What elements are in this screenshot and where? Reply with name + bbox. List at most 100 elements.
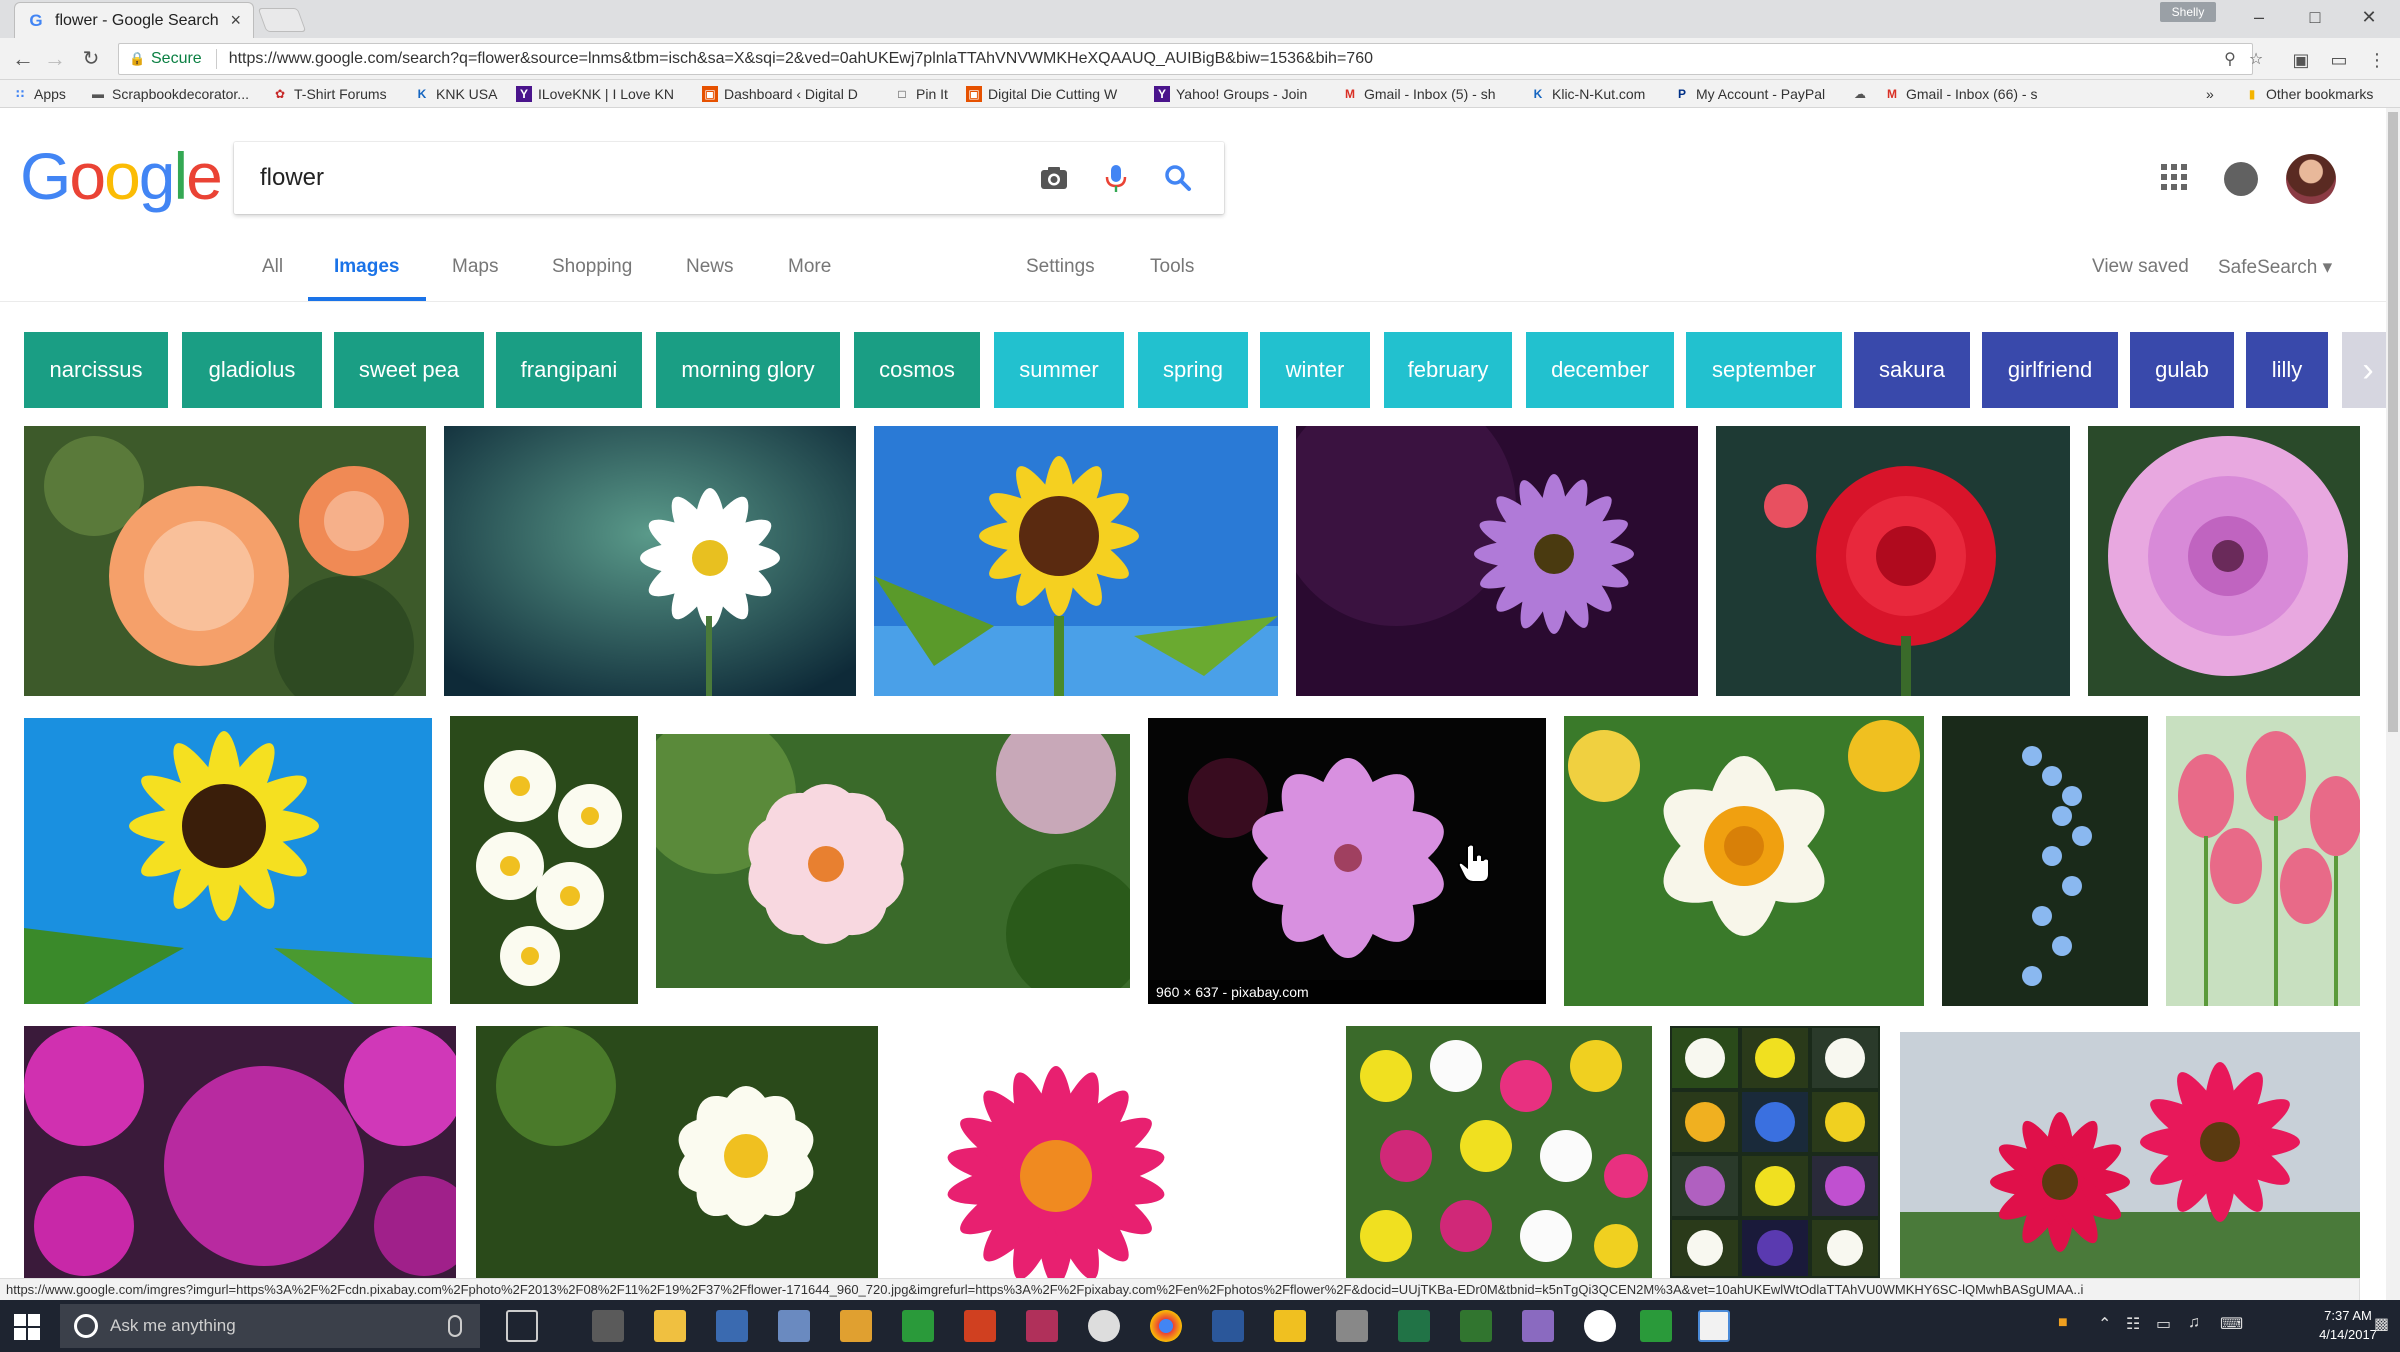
taskbar-app-mail-icon[interactable] xyxy=(1274,1310,1306,1342)
search-icon[interactable] xyxy=(1160,160,1196,196)
bookmark-iloveknk[interactable]: Y ILoveKNK | I Love KN xyxy=(516,84,682,104)
tab-settings[interactable]: Settings xyxy=(1026,256,1095,278)
bookmark-digital-die-cutting[interactable]: ▣ Digital Die Cutting W xyxy=(966,84,1138,104)
taskbar-app-photos-icon[interactable] xyxy=(592,1310,624,1342)
image-result-pink-dahlia[interactable] xyxy=(2088,426,2360,696)
chip-frangipani[interactable]: frangipani xyxy=(496,332,642,408)
page-scrollbar[interactable] xyxy=(2386,108,2400,1300)
bookmark-cloud[interactable]: ☁ xyxy=(1852,84,1878,104)
tab-images[interactable]: Images xyxy=(334,256,399,278)
account-avatar[interactable] xyxy=(2286,154,2336,204)
bookmark-knk-usa[interactable]: K KNK USA xyxy=(414,84,506,104)
image-result-zinnias[interactable] xyxy=(1346,1026,1652,1278)
chip-gulab[interactable]: gulab xyxy=(2130,332,2234,408)
chip-february[interactable]: february xyxy=(1384,332,1512,408)
taskbar-app-window-icon[interactable] xyxy=(778,1310,810,1342)
chip-gladiolus[interactable]: gladiolus xyxy=(182,332,322,408)
bookmark-dashboard[interactable]: ▣ Dashboard ‹ Digital D xyxy=(702,84,878,104)
image-result-sunflower-blue[interactable] xyxy=(24,718,432,1004)
chip-cosmos[interactable]: cosmos xyxy=(854,332,980,408)
bookmark-yahoo-groups[interactable]: Y Yahoo! Groups - Join xyxy=(1154,84,1324,104)
maximize-icon[interactable]: □ xyxy=(2292,2,2338,32)
view-saved-link[interactable]: View saved xyxy=(2092,256,2189,278)
browser-tab-active[interactable]: G flower - Google Search × xyxy=(14,2,254,38)
taskbar-clock[interactable]: 7:37 AM 4/14/2017 xyxy=(2318,1306,2378,1344)
image-result-sunflower-sky[interactable] xyxy=(874,426,1278,696)
chip-lilly[interactable]: lilly xyxy=(2246,332,2328,408)
image-result-pink-tulips[interactable] xyxy=(2166,716,2360,1006)
taskbar-app-orange-icon[interactable] xyxy=(964,1310,996,1342)
tab-news[interactable]: News xyxy=(686,256,734,278)
taskbar-app-red-icon[interactable] xyxy=(1026,1310,1058,1342)
image-result-red-gerberas[interactable] xyxy=(1900,1032,2360,1278)
window-close-icon[interactable]: ✕ xyxy=(2346,2,2392,32)
reload-icon[interactable]: ↻ xyxy=(76,44,106,74)
taskbar-app-ball-icon[interactable] xyxy=(1584,1310,1616,1342)
safesearch-toggle[interactable]: SafeSearch ▾ xyxy=(2218,256,2332,279)
tray-network-icon[interactable]: ☷ xyxy=(2126,1314,2140,1334)
search-input[interactable] xyxy=(260,162,1020,194)
tab-shopping[interactable]: Shopping xyxy=(552,256,632,278)
chip-girlfriend[interactable]: girlfriend xyxy=(1982,332,2118,408)
profile-badge[interactable]: Shelly xyxy=(2160,2,2216,22)
chrome-icon[interactable] xyxy=(1150,1310,1182,1342)
chip-september[interactable]: september xyxy=(1686,332,1842,408)
image-result-flower-collage[interactable] xyxy=(1670,1026,1880,1278)
address-bar[interactable]: 🔒 Secure https://www.google.com/search?q… xyxy=(118,43,2253,75)
image-result-pink-gerbera[interactable] xyxy=(896,1026,1342,1278)
chip-narcissus[interactable]: narcissus xyxy=(24,332,168,408)
tray-chevron-up-icon[interactable]: ⌃ xyxy=(2098,1314,2111,1334)
file-explorer-icon[interactable] xyxy=(654,1310,686,1342)
tray-keyboard-icon[interactable]: ⌨ xyxy=(2220,1314,2243,1334)
minimize-icon[interactable]: – xyxy=(2236,2,2282,32)
bookmark-klic-n-kut[interactable]: K Klic-N-Kut.com xyxy=(1530,84,1664,104)
bookmark-gmail-66[interactable]: M Gmail - Inbox (66) - s xyxy=(1884,84,2060,104)
google-apps-grid-icon[interactable] xyxy=(2157,160,2191,194)
bookmark-tshirt-forums[interactable]: ✿ T-Shirt Forums xyxy=(272,84,406,104)
tray-volume-icon[interactable]: ♫ xyxy=(2188,1314,2200,1332)
chip-spring[interactable]: spring xyxy=(1138,332,1248,408)
bookmark-gmail-5[interactable]: M Gmail - Inbox (5) - sh xyxy=(1342,84,1514,104)
chip-sweet-pea[interactable]: sweet pea xyxy=(334,332,484,408)
chip-sakura[interactable]: sakura xyxy=(1854,332,1970,408)
chip-december[interactable]: december xyxy=(1526,332,1674,408)
image-result-white-frangipani[interactable] xyxy=(476,1026,878,1278)
scrollbar-thumb[interactable] xyxy=(2388,112,2398,732)
image-result-daffodil[interactable] xyxy=(1564,716,1924,1006)
chip-winter[interactable]: winter xyxy=(1260,332,1370,408)
chip-summer[interactable]: summer xyxy=(994,332,1124,408)
tray-app-icon[interactable]: ■ xyxy=(2058,1314,2068,1332)
image-result-apple-blossom[interactable] xyxy=(656,734,1130,988)
extension-icon[interactable]: ▣ xyxy=(2288,47,2314,73)
bookmarks-overflow-button[interactable]: » xyxy=(2206,84,2226,104)
bookmark-other-bookmarks[interactable]: ▮ Other bookmarks xyxy=(2244,84,2386,104)
bookmark-scrapbook[interactable]: ▬ Scrapbookdecorator... xyxy=(90,84,258,104)
image-result-peach-rose[interactable] xyxy=(24,426,426,696)
image-result-magenta-dahlias[interactable] xyxy=(24,1026,456,1278)
notifications-icon[interactable] xyxy=(2224,162,2258,196)
taskbar-app-compass-icon[interactable] xyxy=(1088,1310,1120,1342)
taskbar-app-settings-icon[interactable] xyxy=(1336,1310,1368,1342)
bookmark-apps[interactable]: ∷ Apps xyxy=(12,84,76,104)
store-icon[interactable] xyxy=(716,1310,748,1342)
word-icon[interactable] xyxy=(1212,1310,1244,1342)
new-tab-button[interactable] xyxy=(257,8,307,32)
address-url[interactable]: https://www.google.com/search?q=flower&s… xyxy=(229,50,2252,68)
tab-maps[interactable]: Maps xyxy=(452,256,498,278)
bookmark-star-icon[interactable]: ☆ xyxy=(2244,48,2268,72)
image-result-forget-me-not[interactable] xyxy=(1942,716,2148,1006)
cortana-mic-icon[interactable] xyxy=(448,1315,462,1337)
chip-morning-glory[interactable]: morning glory xyxy=(656,332,840,408)
taskbar-app-purple-icon[interactable] xyxy=(1522,1310,1554,1342)
cortana-search-box[interactable]: Ask me anything xyxy=(60,1304,480,1348)
forward-arrow-icon[interactable]: → xyxy=(40,44,70,74)
image-result-frangipani-white[interactable] xyxy=(450,716,638,1004)
image-result-red-dahlia[interactable] xyxy=(1716,426,2070,696)
camtasia-icon[interactable] xyxy=(1640,1310,1672,1342)
microphone-icon[interactable] xyxy=(1098,160,1134,196)
bookmark-pin-it[interactable]: □ Pin It xyxy=(894,84,974,104)
back-arrow-icon[interactable]: ← xyxy=(8,44,38,74)
tab-more[interactable]: More xyxy=(788,256,831,278)
bookmark-paypal[interactable]: P My Account - PayPal xyxy=(1674,84,1846,104)
menu-kebab-icon[interactable]: ⋮ xyxy=(2364,47,2390,73)
